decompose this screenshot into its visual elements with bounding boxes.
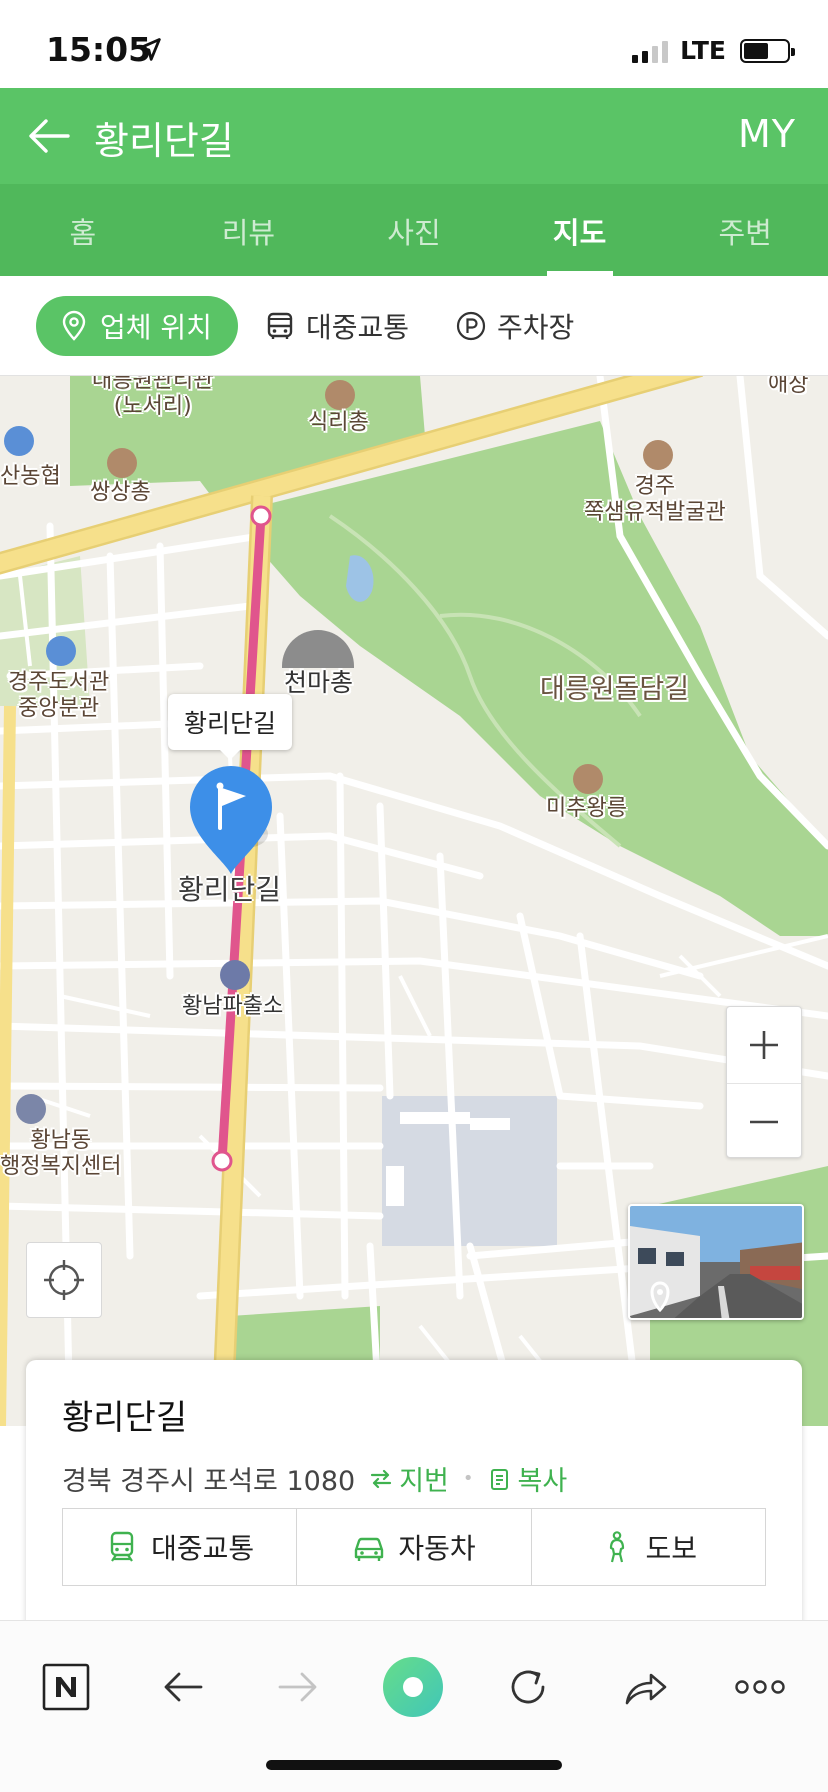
back-arrow-icon[interactable] (24, 110, 76, 162)
poi-jjoksaem-museum[interactable]: 경주 쪽샘유적발굴관 (584, 474, 726, 526)
tab-photo[interactable]: 사진 (331, 184, 497, 276)
parking-icon (456, 311, 486, 340)
chip-label: 업체 위치 (100, 310, 212, 344)
tab-review[interactable]: 리뷰 (166, 184, 332, 276)
my-location-button[interactable] (26, 1242, 102, 1318)
bus-icon (267, 312, 293, 339)
location-pin-icon (62, 310, 86, 341)
share-icon (625, 1673, 667, 1705)
network-label: LTE (680, 36, 726, 65)
copy-icon (490, 1468, 508, 1490)
tomb-icon (573, 764, 603, 794)
directions-transit-button[interactable]: 대중교통 (63, 1509, 296, 1585)
zoom-in-button[interactable] (727, 1007, 801, 1083)
poi-hwangnam-office[interactable]: 황남동 행정복지센터 (0, 1128, 121, 1180)
government-office-icon (16, 1094, 46, 1124)
chip-parking[interactable]: 주차장 (455, 296, 594, 356)
directions-label: 대중교통 (151, 1532, 255, 1565)
copy-address-button[interactable]: 복사 (488, 1459, 568, 1498)
address-text: 경북 경주시 포석로 1080 (62, 1466, 356, 1497)
poi-nonghyup[interactable]: 산농협 (0, 464, 61, 490)
back-arrow-icon (164, 1672, 203, 1702)
jibeon-toggle[interactable]: 지번 (369, 1459, 449, 1498)
map-view[interactable]: 대릉원관리관 (노서리) 식리총 산농협 쌍상총 경주 쪽샘유적발굴관 애장 경… (0, 376, 828, 1426)
tab-nearby[interactable]: 주변 (662, 184, 828, 276)
directions-label: 자동차 (398, 1532, 476, 1565)
poi-hwangnam-police[interactable]: 황남파출소 (182, 994, 283, 1020)
chip-business-location[interactable]: 업체 위치 (36, 295, 238, 356)
tomb-icon (107, 448, 137, 478)
plus-icon (750, 1031, 778, 1059)
poi-daereungwon-office[interactable]: 대릉원관리관 (노서리) (92, 376, 213, 420)
chip-public-transit[interactable]: 대중교통 (264, 296, 429, 356)
refresh-button[interactable] (492, 1651, 564, 1723)
location-arrow-icon (139, 38, 161, 61)
place-title: 황리단길 (62, 1398, 188, 1438)
crosshair-icon (44, 1260, 84, 1300)
green-dot-icon (383, 1657, 443, 1717)
chip-label: 대중교통 (305, 310, 409, 344)
poi-gyeongju-library[interactable]: 경주도서관 중앙분관 (8, 670, 109, 722)
train-icon (110, 1531, 134, 1562)
car-icon (355, 1537, 384, 1561)
green-dot-button[interactable] (377, 1651, 449, 1723)
pin-label: 황리단길 (178, 873, 282, 906)
flag-pin-icon[interactable] (186, 764, 276, 880)
page-title: 황리단길 (94, 119, 234, 163)
police-icon (220, 960, 250, 990)
copy-label: 복사 (517, 1466, 568, 1497)
poi-michuwang-tomb[interactable]: 미추왕릉 (546, 796, 627, 822)
walk-icon (609, 1531, 624, 1563)
my-button[interactable]: MY (738, 112, 796, 156)
place-callout[interactable]: 황리단길 (168, 694, 293, 760)
tomb-icon (325, 380, 355, 410)
poi-daereungwon-dolmdam[interactable]: 대릉원돌담길 (540, 674, 689, 706)
status-bar: 15:05 LTE (0, 0, 828, 88)
forward-arrow-icon (278, 1672, 317, 1702)
naver-home-icon (42, 1663, 90, 1711)
directions-row: 대중교통 자동차 도보 (62, 1508, 766, 1586)
screen: 15:05 LTE 황리단길 MY 홈 리뷰 사진 지도 주변 업체 위치 대중… (0, 0, 828, 1792)
more-button[interactable] (724, 1651, 796, 1723)
app-header: 황리단길 MY (0, 88, 828, 184)
separator-dot: • (462, 1468, 474, 1489)
directions-walk-button[interactable]: 도보 (530, 1509, 765, 1585)
more-icon (735, 1680, 785, 1694)
place-info-card: 황리단길 경북 경주시 포석로 1080 지번 • 복사 대중교통 자동차 도보 (26, 1360, 802, 1660)
swap-icon (371, 1469, 392, 1488)
browser-back-button[interactable] (147, 1651, 219, 1723)
tab-home[interactable]: 홈 (0, 184, 166, 276)
directions-label: 도보 (645, 1532, 698, 1565)
directions-car-button[interactable]: 자동차 (296, 1509, 530, 1585)
status-indicators: LTE (632, 36, 795, 65)
library-icon (46, 636, 76, 666)
zoom-controls (726, 1006, 802, 1158)
bank-icon (4, 426, 34, 456)
refresh-icon (511, 1670, 545, 1704)
poi-cheonmachong[interactable]: 천마총 (284, 668, 353, 698)
browser-forward-button[interactable] (262, 1651, 334, 1723)
address-row: 경북 경주시 포석로 1080 지번 • 복사 (62, 1459, 766, 1498)
jibeon-label: 지번 (399, 1466, 449, 1497)
chip-label: 주차장 (497, 310, 575, 344)
minus-icon (750, 1120, 778, 1123)
street-view-thumbnail[interactable] (628, 1204, 804, 1320)
tab-bar: 홈 리뷰 사진 지도 주변 (0, 184, 828, 276)
zoom-out-button[interactable] (727, 1083, 801, 1159)
naver-home-button[interactable] (30, 1651, 102, 1723)
poi-ssangsangchong[interactable]: 쌍상총 (90, 480, 151, 506)
poi-sikrichong[interactable]: 식리총 (308, 410, 369, 436)
home-indicator[interactable] (266, 1760, 562, 1770)
map-filter-chips: 업체 위치 대중교통 주차장 (0, 276, 828, 376)
tab-map[interactable]: 지도 (497, 184, 663, 276)
poi-top-right[interactable]: 애장 (768, 376, 808, 398)
signal-icon (632, 39, 669, 63)
museum-icon (643, 440, 673, 470)
battery-icon (740, 38, 795, 63)
share-button[interactable] (609, 1651, 681, 1723)
street-view-image (630, 1206, 802, 1318)
